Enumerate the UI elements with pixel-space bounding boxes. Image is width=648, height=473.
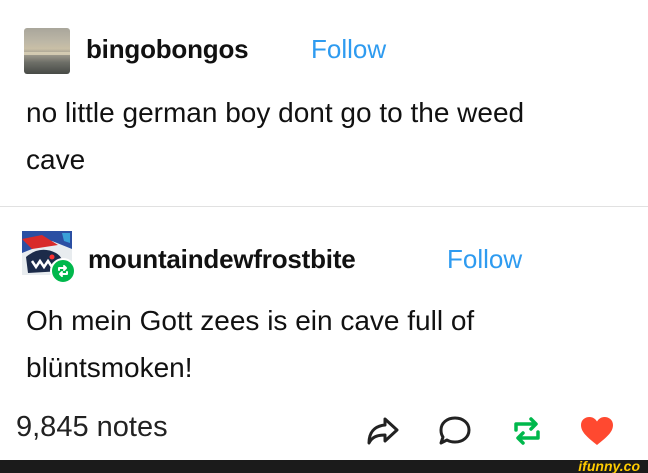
sunset-avatar[interactable] <box>24 28 70 74</box>
mountain-dew-avatar[interactable] <box>22 231 76 284</box>
watermark-bar: ifunny.co <box>0 458 648 473</box>
avatar-horizon <box>24 52 70 55</box>
reblog-badge-icon <box>50 258 76 284</box>
post-text-line-2: cave <box>26 144 86 175</box>
reblog-icon[interactable] <box>506 410 548 452</box>
post-divider <box>0 206 648 207</box>
ifunny-watermark: ifunny.co <box>578 458 640 473</box>
post-text-line-1: no little german boy dont go to the weed <box>26 97 525 128</box>
reblog-text-line-2: blüntsmoken! <box>26 352 193 383</box>
share-icon[interactable] <box>362 410 404 452</box>
username-mountaindewfrostbite[interactable]: mountaindewfrostbite <box>88 244 356 275</box>
follow-button-2[interactable]: Follow <box>447 244 522 275</box>
like-icon[interactable] <box>576 410 618 452</box>
username-bingobongos[interactable]: bingobongos <box>86 34 249 65</box>
notes-count[interactable]: 9,845 notes <box>16 411 168 444</box>
reblog-text-line-1: Oh mein Gott zees is ein cave full of <box>26 305 475 336</box>
reply-icon[interactable] <box>434 410 476 452</box>
follow-button[interactable]: Follow <box>311 34 386 65</box>
